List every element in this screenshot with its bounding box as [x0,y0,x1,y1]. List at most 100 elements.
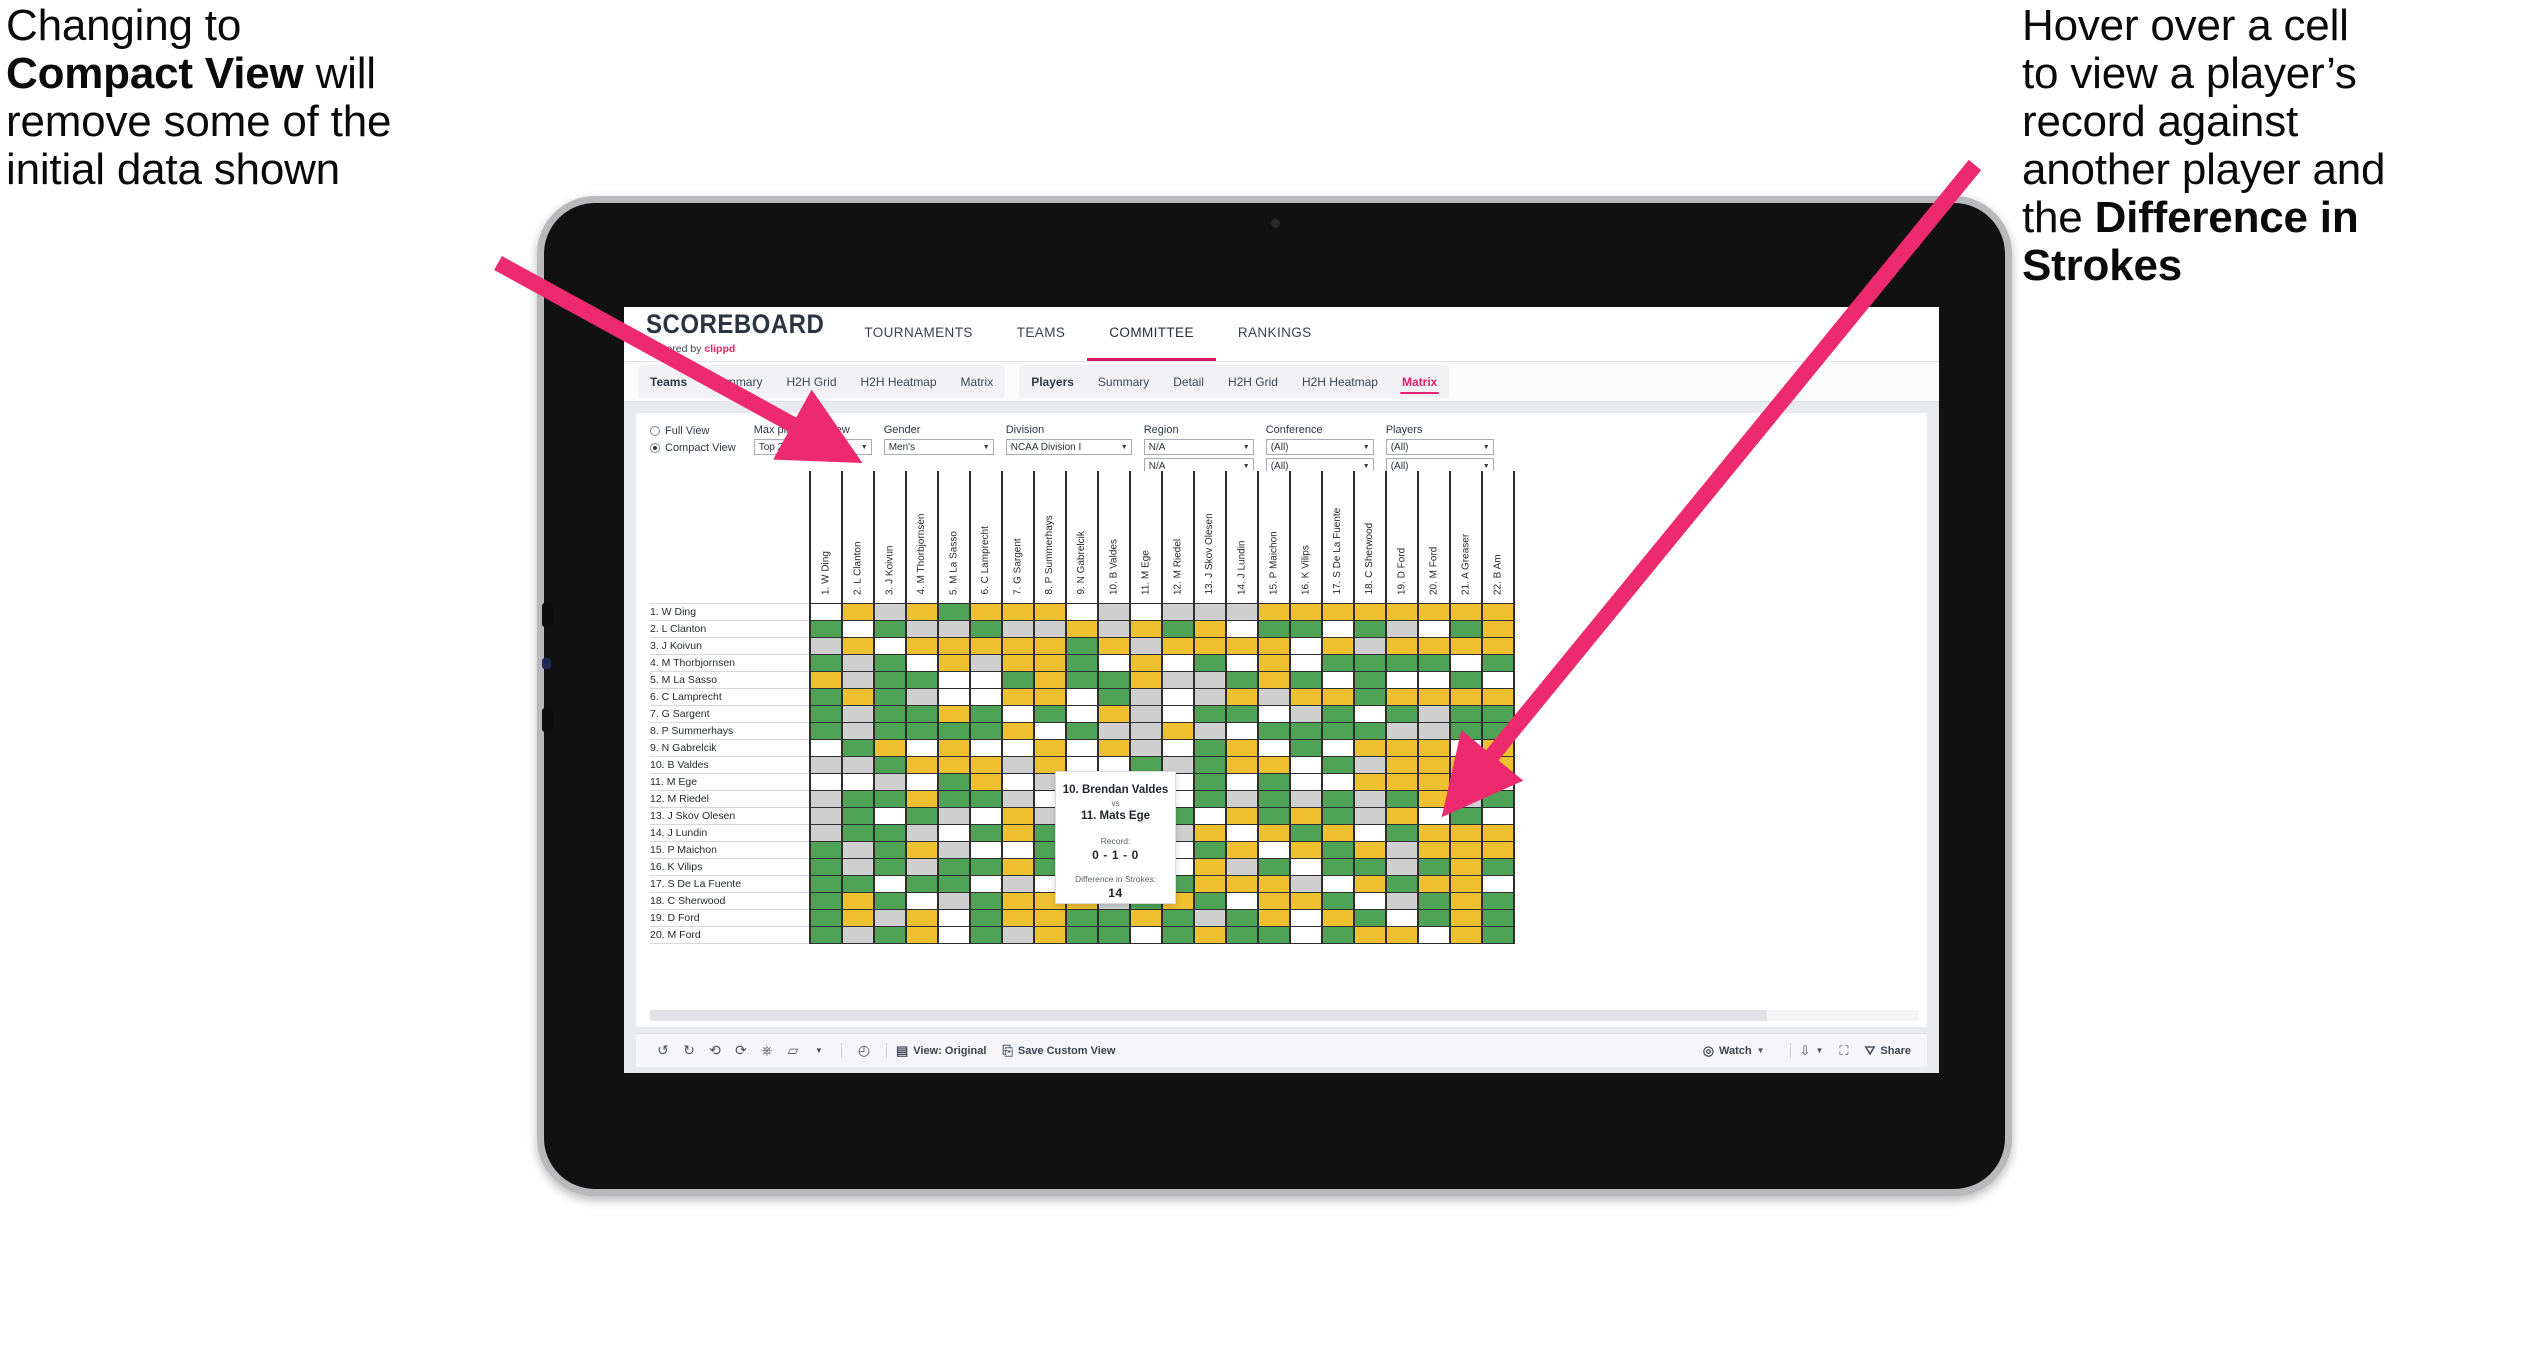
matrix-cell[interactable] [1449,721,1483,740]
matrix-cell[interactable] [905,789,939,808]
tab-players-h2h-grid[interactable]: H2H Grid [1216,365,1290,398]
matrix-cell[interactable] [1385,704,1419,723]
matrix-cell[interactable] [873,823,907,842]
matrix-cell[interactable] [1001,687,1035,706]
matrix-cell[interactable] [1129,653,1163,672]
matrix-cell[interactable] [873,772,907,791]
matrix-cell[interactable] [905,602,939,621]
matrix-cell[interactable] [969,721,1003,740]
matrix-cell[interactable] [1449,738,1483,757]
matrix-cell[interactable] [1481,806,1515,825]
matrix-cell[interactable] [1033,670,1067,689]
matrix-cell[interactable] [1193,721,1227,740]
fullscreen-button[interactable]: ⛶ [1839,1043,1848,1059]
matrix-cell[interactable] [969,823,1003,842]
matrix-cell[interactable] [809,925,843,944]
matrix-cell[interactable] [1449,619,1483,638]
matrix-cell[interactable] [1065,738,1099,757]
matrix-cell[interactable] [809,823,843,842]
matrix-cell[interactable] [1001,806,1035,825]
matrix-cell[interactable] [937,772,971,791]
matrix-cell[interactable] [1417,738,1451,757]
matrix-cell[interactable] [1417,721,1451,740]
nav-item-tournaments[interactable]: TOURNAMENTS [842,307,994,361]
matrix-cell[interactable] [969,925,1003,944]
matrix-cell[interactable] [841,755,875,774]
matrix-cell[interactable] [1225,602,1259,621]
matrix-cell[interactable] [1193,789,1227,808]
matrix-cell[interactable] [937,619,971,638]
tab-teams-matrix[interactable]: Matrix [949,365,1006,398]
matrix-cell[interactable] [1417,891,1451,910]
matrix-cell[interactable] [1417,602,1451,621]
matrix-cell[interactable] [1353,755,1387,774]
view-original-button[interactable]: ▤ View: Original [896,1043,986,1059]
matrix-cell[interactable] [1097,653,1131,672]
tab-players-h2h-heatmap[interactable]: H2H Heatmap [1290,365,1390,398]
matrix-cell[interactable] [1289,874,1323,893]
matrix-cell[interactable] [1353,806,1387,825]
matrix-cell[interactable] [1001,874,1035,893]
matrix-cell[interactable] [1449,636,1483,655]
matrix-cell[interactable] [1193,857,1227,876]
dropdown-players-1[interactable]: (All) ▼ [1385,439,1494,455]
matrix-cell[interactable] [1225,908,1259,927]
matrix-cell[interactable] [1001,891,1035,910]
matrix-cell[interactable] [1321,857,1355,876]
matrix-cell[interactable] [937,738,971,757]
matrix-cell[interactable] [1193,738,1227,757]
matrix-cell[interactable] [1385,806,1419,825]
matrix-cell[interactable] [1289,653,1323,672]
matrix-cell[interactable] [809,653,843,672]
matrix-cell[interactable] [1001,653,1035,672]
matrix-cell[interactable] [873,857,907,876]
matrix-cell[interactable] [809,789,843,808]
matrix-cell[interactable] [1193,772,1227,791]
matrix-cell[interactable] [873,755,907,774]
matrix-cell[interactable] [1481,721,1515,740]
save-custom-view-button[interactable]: ⎘ Save Custom View [1002,1043,1115,1059]
matrix-cell[interactable] [1321,772,1355,791]
matrix-cell[interactable] [1257,857,1291,876]
matrix-cell[interactable] [1353,840,1387,859]
matrix-cell[interactable] [905,840,939,859]
matrix-cell[interactable] [841,670,875,689]
matrix-cell[interactable] [1289,908,1323,927]
revert-icon[interactable]: ⟲ [702,1042,728,1059]
matrix-cell[interactable] [1257,874,1291,893]
matrix-cell[interactable] [1193,874,1227,893]
matrix-cell[interactable] [1225,653,1259,672]
matrix-cell[interactable] [841,772,875,791]
matrix-cell[interactable] [1193,687,1227,706]
matrix-cell[interactable] [1353,619,1387,638]
matrix-cell[interactable] [1353,908,1387,927]
matrix-cell[interactable] [1001,704,1035,723]
matrix-cell[interactable] [1289,755,1323,774]
matrix-cell[interactable] [1225,704,1259,723]
matrix-cell[interactable] [1321,619,1355,638]
matrix-cell[interactable] [841,636,875,655]
matrix-cell[interactable] [1321,636,1355,655]
matrix-cell[interactable] [1449,857,1483,876]
matrix-cell[interactable] [1353,925,1387,944]
matrix-cell[interactable] [905,670,939,689]
matrix-cell[interactable] [1257,636,1291,655]
matrix-cell[interactable] [905,636,939,655]
matrix-cell[interactable] [1193,636,1227,655]
matrix-cell[interactable] [1225,687,1259,706]
matrix-cell[interactable] [1065,670,1099,689]
matrix-cell[interactable] [1449,789,1483,808]
matrix-cell[interactable] [1481,874,1515,893]
matrix-cell[interactable] [937,687,971,706]
matrix-cell[interactable] [1065,687,1099,706]
matrix-cell[interactable] [1321,891,1355,910]
matrix-cell[interactable] [1417,789,1451,808]
matrix-cell[interactable] [1161,704,1195,723]
matrix-cell[interactable] [1385,874,1419,893]
matrix-cell[interactable] [841,908,875,927]
matrix-cell[interactable] [809,755,843,774]
matrix-cell[interactable] [1385,636,1419,655]
matrix-cell[interactable] [1481,653,1515,672]
matrix-cell[interactable] [873,619,907,638]
matrix-cell[interactable] [1129,704,1163,723]
